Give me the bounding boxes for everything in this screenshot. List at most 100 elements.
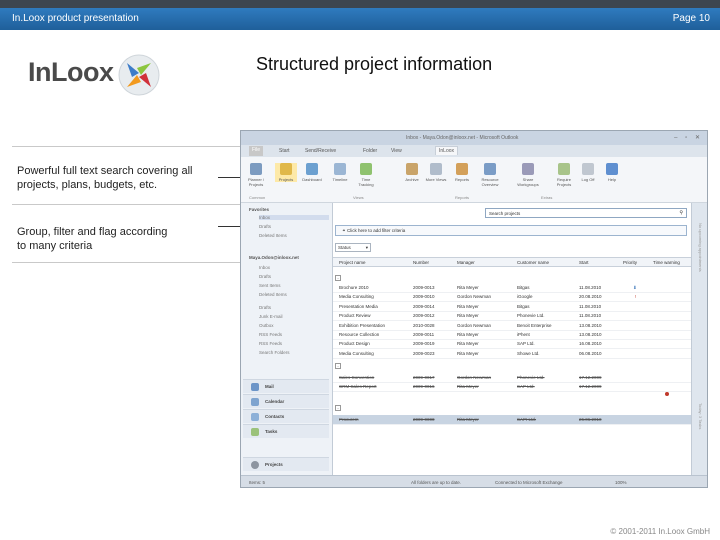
nav-projects[interactable]: Projects [243,457,329,471]
ribbon-logoff-button[interactable]: Log Off [577,163,599,182]
group-reports: Reports [455,195,470,200]
planner-icon [250,163,262,175]
table-row[interactable]: Media Consulting 2009-0023 Rita Meyer Showe… [333,349,691,359]
ribbon-dashboard-button[interactable]: Dashboard [301,163,323,182]
ribbon-time-tracking-button[interactable]: Time Tracking [355,163,377,187]
group-collapse-toggle[interactable]: - [335,405,341,411]
nav-fav-deleted[interactable]: Deleted Items [259,233,287,238]
nav-deleted[interactable]: Deleted Items [259,292,287,297]
window-controls[interactable]: – ▫ ✕ [674,134,703,141]
ribbon-more-views-button[interactable]: More Views [425,163,447,182]
cell-customer: SAP Ltd. [517,384,535,390]
search-icon[interactable]: ⚲ [679,210,683,216]
nav-search-folders[interactable]: Search Folders [259,350,290,355]
cell-number: 2009-0017 [413,375,435,380]
archive-icon [406,163,418,175]
nav-tasks[interactable]: Tasks [243,424,329,438]
nav-drafts[interactable]: Drafts [259,274,271,279]
cell-customer: Bitgas [517,285,530,290]
status-connection: Connected to Microsoft Exchange [495,480,563,485]
mail-icon [251,383,259,391]
ribbon-help-button[interactable]: Help [601,163,623,182]
divider [12,262,240,263]
cell-start: 11.08.2010 [579,303,602,309]
filter-criteria-bar[interactable]: ⚭ Click here to add filter criteria [335,225,687,236]
divider [12,204,240,205]
nav-junk[interactable]: Junk E-mail [259,314,283,319]
help-icon [606,163,618,175]
nav-drafts-2[interactable]: Drafts [259,305,271,310]
group-collapse-toggle[interactable]: - [335,363,341,369]
require-icon [558,163,570,175]
top-dark-bar [0,0,720,8]
cell-start: 17.12.2009 [579,375,602,380]
nav-contacts[interactable]: Contacts [243,409,329,423]
cell-number: 2009-0013 [413,285,435,290]
table-row-selected[interactable]: Procurem 2009-0000 Rita Meyer SAPI Ltd. … [333,415,691,425]
col-manager[interactable]: Manager [457,260,475,265]
ribbon-share-button[interactable]: Share Workgroups [517,163,539,187]
col-customer[interactable]: Customer name [517,260,549,265]
ribbon-resource-overview-button[interactable]: Resource Overview [479,163,501,187]
table-row[interactable]: CRM Sales Report 2009-0016 Rita Meyer SAP L… [333,382,691,393]
cell-number: 2009-0023 [413,350,435,356]
chevron-down-icon: ▾ [365,245,368,250]
ribbon-projects-button[interactable]: Projects [275,163,297,182]
cell-number: 2009-0019 [413,341,435,347]
tab-folder[interactable]: Folder [363,148,377,154]
nav-sent[interactable]: Sent Items [259,283,281,288]
col-time-warning[interactable]: Time warning [653,260,680,265]
cell-manager: Rita Meyer [457,350,479,356]
nav-fav-inbox[interactable]: Inbox [259,215,329,220]
views-icon [430,163,442,175]
header-title: In.Loox product presentation [12,13,139,24]
nav-mail[interactable]: Mail [243,379,329,393]
contacts-icon [251,413,259,421]
status-items: Items: 5 [249,480,266,485]
logoff-icon [582,163,594,175]
ribbon-planner-button[interactable]: Planner / Projects [245,163,267,187]
tab-send-receive[interactable]: Send/Receive [305,148,336,154]
nav-account[interactable]: Maya.Odon@inloox.net [249,255,299,260]
col-start[interactable]: Start [579,260,589,265]
col-number[interactable]: Number [413,260,429,265]
cell-customer: Phonevie Ltd. [517,313,545,319]
zoom-level[interactable]: 100% [615,480,627,485]
cell-manager: Gordon Newman [457,322,492,328]
nav-rss-2[interactable]: RSS Feeds [259,341,282,346]
ribbon-require-button[interactable]: Require Projects [553,163,575,187]
dashboard-icon [306,163,318,175]
tab-file[interactable]: File [249,146,264,156]
nav-fav-drafts[interactable]: Drafts [259,224,271,229]
group-collapse-toggle[interactable]: - [335,275,341,281]
nav-calendar[interactable]: Calendar [243,394,329,408]
divider [12,146,240,147]
tab-inloox[interactable]: InLoox [435,146,459,155]
ribbon-reports-button[interactable]: Reports [451,163,473,182]
cell-customer: Phonevie Ltd. [517,375,545,380]
page-number: Page 10 [672,13,710,24]
group-views: Views [353,195,364,200]
todo-appointments: No upcoming appointments [698,223,703,272]
ribbon-archive-button[interactable]: Archive [401,163,423,182]
nav-rss[interactable]: RSS Feeds [259,332,282,337]
nav-favorites[interactable]: Favorites [249,207,269,212]
search-projects-input[interactable]: Search projects ⚲ [485,208,687,218]
nav-outbox[interactable]: Outbox [259,323,274,328]
cell-customer: iGoogle [517,294,533,300]
window-title: Inbox - Maya.Odon@inloox.net - Microsoft… [406,135,519,141]
to-do-bar[interactable]: No upcoming appointments Today: 3 Tasks [691,203,707,475]
col-project-name[interactable]: Project name [339,260,366,265]
status-dropdown[interactable]: Status ▾ [335,243,371,252]
todo-tasks: Today: 3 Tasks [698,403,703,430]
inloox-logo: InLoox [28,52,168,98]
tab-start[interactable]: Start [279,148,290,154]
cell-number: 2009-0010 [413,294,435,300]
ribbon-timeline-button[interactable]: Timeline [329,163,351,182]
projects-icon [251,461,259,469]
timeline-icon [334,163,346,175]
tab-view[interactable]: View [391,148,402,154]
nav-inbox[interactable]: Inbox [259,265,270,270]
col-priority[interactable]: Priority [623,260,637,265]
cell-number: 2009-0016 [413,384,435,390]
